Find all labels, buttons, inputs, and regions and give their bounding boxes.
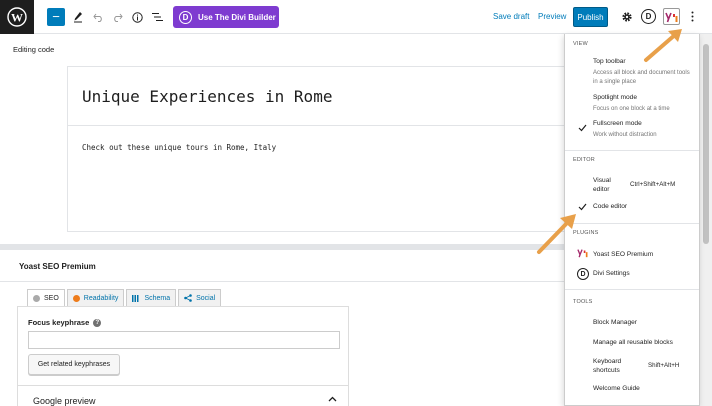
block-navigation-button[interactable] — [151, 10, 163, 24]
more-menu-button[interactable] — [688, 9, 696, 24]
keyboard-shortcuts-shortcut: Shift+Alt+H — [648, 362, 680, 369]
check-icon — [578, 124, 587, 134]
menu-item-keyboard-shortcuts[interactable]: Keyboard shortcuts — [593, 357, 633, 375]
tab-social[interactable]: Social — [178, 289, 222, 307]
preview-button[interactable]: Preview — [538, 12, 566, 21]
yoast-tabs: SEO Readability Schema Social — [27, 289, 222, 307]
get-related-keyphrases-button[interactable]: Get related keyphrases — [28, 354, 120, 375]
menu-section-view: View — [573, 41, 588, 47]
redo-icon — [113, 13, 123, 22]
menu-item-spotlight-mode[interactable]: Spotlight mode — [593, 94, 637, 101]
divi-d-icon: D — [577, 268, 589, 280]
yoast-metabox-title: Yoast SEO Premium — [19, 262, 96, 271]
menu-item-block-manager[interactable]: Block Manager — [593, 319, 637, 326]
divi-builder-label: Use The Divi Builder — [198, 12, 276, 22]
menu-item-code-editor[interactable]: Code editor — [593, 203, 627, 210]
undo-button[interactable] — [92, 10, 104, 24]
tab-social-label: Social — [196, 294, 216, 302]
tab-schema-label: Schema — [144, 294, 171, 302]
menu-item-fullscreen-mode[interactable]: Fullscreen mode — [593, 120, 642, 127]
tools-button[interactable] — [72, 10, 84, 24]
editing-code-label: Editing code — [13, 45, 55, 54]
gear-icon — [622, 12, 632, 22]
tab-readability[interactable]: Readability — [66, 289, 125, 307]
focus-keyphrase-input[interactable] — [28, 331, 340, 349]
post-content-textarea[interactable]: Check out these unique tours in Rome, It… — [82, 143, 276, 152]
settings-button[interactable] — [620, 10, 634, 24]
tab-readability-label: Readability — [83, 294, 119, 302]
use-divi-builder-button[interactable]: D Use The Divi Builder — [173, 6, 279, 28]
menu-item-welcome-guide[interactable]: Welcome Guide — [593, 385, 640, 392]
help-icon[interactable]: ? — [93, 318, 102, 327]
google-preview-divider — [17, 385, 349, 386]
menu-section-editor: Editor — [573, 157, 595, 163]
menu-section-tools: Tools — [573, 299, 593, 305]
menu-item-spotlight-desc: Focus on one block at a time — [593, 106, 670, 112]
menu-item-top-toolbar[interactable]: Top toolbar — [593, 58, 626, 65]
tab-seo-label: SEO — [44, 294, 59, 302]
pencil-icon — [74, 12, 82, 23]
readability-status-dot-icon — [72, 294, 80, 302]
menu-item-visual-editor[interactable]: Visual editor — [593, 176, 627, 194]
code-editor: Unique Experiences in Rome Check out the… — [67, 66, 565, 232]
focus-keyphrase-text: Focus keyphrase — [28, 318, 90, 327]
divi-settings-button[interactable]: D — [641, 9, 656, 24]
schema-grid-icon — [132, 294, 141, 302]
list-view-icon — [151, 13, 163, 21]
tab-seo[interactable]: SEO — [27, 289, 65, 307]
menu-divider — [565, 150, 699, 151]
page-scrollbar-thumb[interactable] — [703, 44, 709, 244]
share-icon — [184, 294, 192, 302]
divi-d-icon: D — [645, 12, 652, 21]
divi-logo-icon: D — [179, 10, 192, 24]
info-icon — [131, 11, 143, 23]
yoast-seo-button[interactable] — [663, 8, 680, 25]
plus-icon: − — [52, 9, 60, 24]
focus-keyphrase-label: Focus keyphrase ? — [28, 318, 102, 327]
menu-item-yoast-seo-premium[interactable]: Yoast SEO Premium — [593, 251, 653, 258]
chevron-up-icon[interactable] — [328, 394, 337, 404]
publish-button[interactable]: Publish — [573, 7, 608, 27]
menu-divider — [565, 289, 699, 290]
menu-item-manage-reusable-blocks[interactable]: Manage all reusable blocks — [593, 339, 673, 346]
post-title-textarea[interactable]: Unique Experiences in Rome — [68, 67, 564, 126]
menu-item-fullscreen-desc: Work without distraction — [593, 132, 657, 138]
more-tools-menu: View Top toolbar Access all block and do… — [564, 34, 700, 406]
details-button[interactable] — [131, 10, 143, 24]
menu-item-top-toolbar-desc: Access all block and document tools in a… — [593, 70, 690, 85]
save-draft-button[interactable]: Save draft — [493, 12, 529, 21]
google-preview-toggle[interactable]: Google preview — [33, 396, 96, 406]
yoast-icon — [665, 12, 678, 22]
more-vertical-icon — [691, 11, 693, 22]
editor-top-toolbar: W − D Use The Divi Builder Save draft Pr… — [0, 0, 712, 34]
add-block-button[interactable]: − — [47, 8, 65, 26]
wordpress-logo-button[interactable]: W — [0, 0, 34, 34]
menu-divider — [565, 223, 699, 224]
menu-item-divi-settings[interactable]: Divi Settings — [593, 270, 630, 277]
wordpress-icon: W — [7, 7, 27, 27]
annotation-arrow-icon — [537, 214, 576, 254]
undo-icon — [92, 13, 102, 22]
redo-button[interactable] — [111, 10, 123, 24]
visual-editor-shortcut: Ctrl+Shift+Alt+M — [630, 181, 676, 188]
annotation-arrow-icon — [644, 29, 682, 62]
svg-text:W: W — [11, 11, 23, 25]
seo-status-dot-icon — [33, 294, 40, 302]
tab-schema[interactable]: Schema — [126, 289, 177, 307]
